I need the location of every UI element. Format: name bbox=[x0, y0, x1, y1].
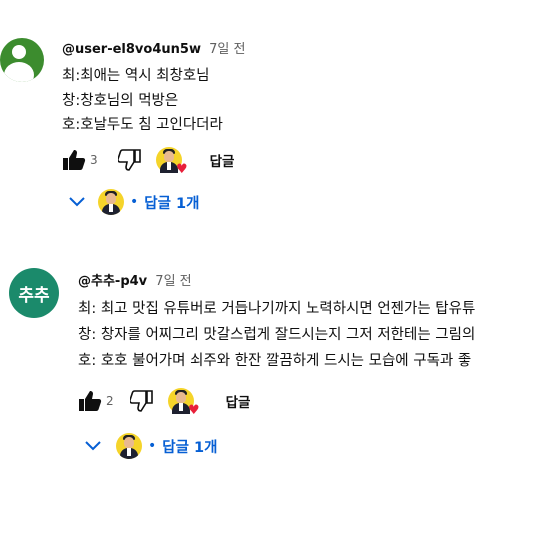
comment-text-line: 최: 최고 맛집 유튜버로 거듭나기까지 노력하시면 언젠가는 탑유튜 bbox=[78, 301, 476, 317]
shirt-shape bbox=[178, 403, 183, 411]
comment-time[interactable]: 7일 전 bbox=[155, 274, 191, 289]
reply-avatar bbox=[116, 433, 142, 459]
face-shape bbox=[106, 193, 116, 204]
heart-icon: ♥ bbox=[187, 403, 200, 418]
comment-actions: 2 ♥ 답글 bbox=[78, 388, 251, 417]
replies-count-label: 답글 1개 bbox=[162, 439, 218, 456]
creator-heart-avatar: ♥ bbox=[167, 388, 200, 417]
shirt-shape bbox=[127, 448, 131, 456]
comment-text-line: 호:호날두도 침 고인다더라 bbox=[62, 117, 223, 133]
author-name[interactable]: @추추-p4v bbox=[78, 274, 147, 289]
author-name[interactable]: @user-el8vo4un5w bbox=[62, 42, 201, 57]
comment-text-line: 창: 창자를 어찌그리 맛갈스럽게 잘드시는지 그저 저한테는 그림의 bbox=[78, 327, 476, 343]
comment-header: @추추-p4v 7일 전 bbox=[78, 270, 192, 289]
comment-actions: 3 ♥ 답글 bbox=[62, 147, 235, 176]
reply-button[interactable]: 답글 bbox=[226, 391, 251, 411]
heart-icon: ♥ bbox=[175, 162, 188, 177]
comment-thread: @user-el8vo4un5w 7일 전 최:최애는 역시 최창호님 창:창호… bbox=[0, 0, 560, 230]
thumbs-down-icon[interactable] bbox=[117, 149, 142, 171]
shirt-shape bbox=[166, 162, 171, 170]
creator-heart-avatar: ♥ bbox=[155, 147, 188, 176]
thumbs-up-icon[interactable] bbox=[62, 149, 86, 171]
face-shape bbox=[163, 151, 174, 162]
face-shape bbox=[124, 437, 134, 448]
thumbs-down-icon[interactable] bbox=[129, 390, 154, 412]
face-shape bbox=[175, 392, 186, 403]
separator-dot: • bbox=[130, 194, 139, 210]
reply-button[interactable]: 답글 bbox=[210, 150, 235, 170]
comment-header: @user-el8vo4un5w 7일 전 bbox=[62, 38, 245, 57]
avatar-head bbox=[12, 45, 26, 59]
comment-text-line: 호: 호호 불어가며 쇠주와 한잔 깔끔하게 드시는 모습에 구독과 좋 bbox=[78, 353, 472, 369]
reply-avatar bbox=[98, 189, 124, 215]
avatar-body bbox=[4, 62, 34, 82]
like-count: 2 bbox=[106, 394, 114, 408]
comment-thread: 추추 @추추-p4v 7일 전 최: 최고 맛집 유튜버로 거듭나기까지 노력하… bbox=[0, 260, 560, 460]
avatar[interactable] bbox=[0, 38, 44, 82]
view-replies-button[interactable]: • 답글 1개 bbox=[68, 189, 199, 215]
avatar[interactable]: 추추 bbox=[9, 268, 59, 318]
chevron-down-icon bbox=[84, 440, 102, 452]
thumbs-up-icon[interactable] bbox=[78, 390, 102, 412]
like-count: 3 bbox=[90, 153, 98, 167]
comment-time[interactable]: 7일 전 bbox=[209, 42, 245, 57]
separator-dot: • bbox=[148, 438, 157, 454]
comment-text-line: 창:창호님의 먹방은 bbox=[62, 93, 179, 109]
replies-count-label: 답글 1개 bbox=[144, 195, 200, 212]
view-replies-button[interactable]: • 답글 1개 bbox=[84, 433, 217, 459]
shirt-shape bbox=[109, 204, 113, 212]
comment-text-line: 최:최애는 역시 최창호님 bbox=[62, 68, 210, 84]
chevron-down-icon bbox=[68, 196, 86, 208]
